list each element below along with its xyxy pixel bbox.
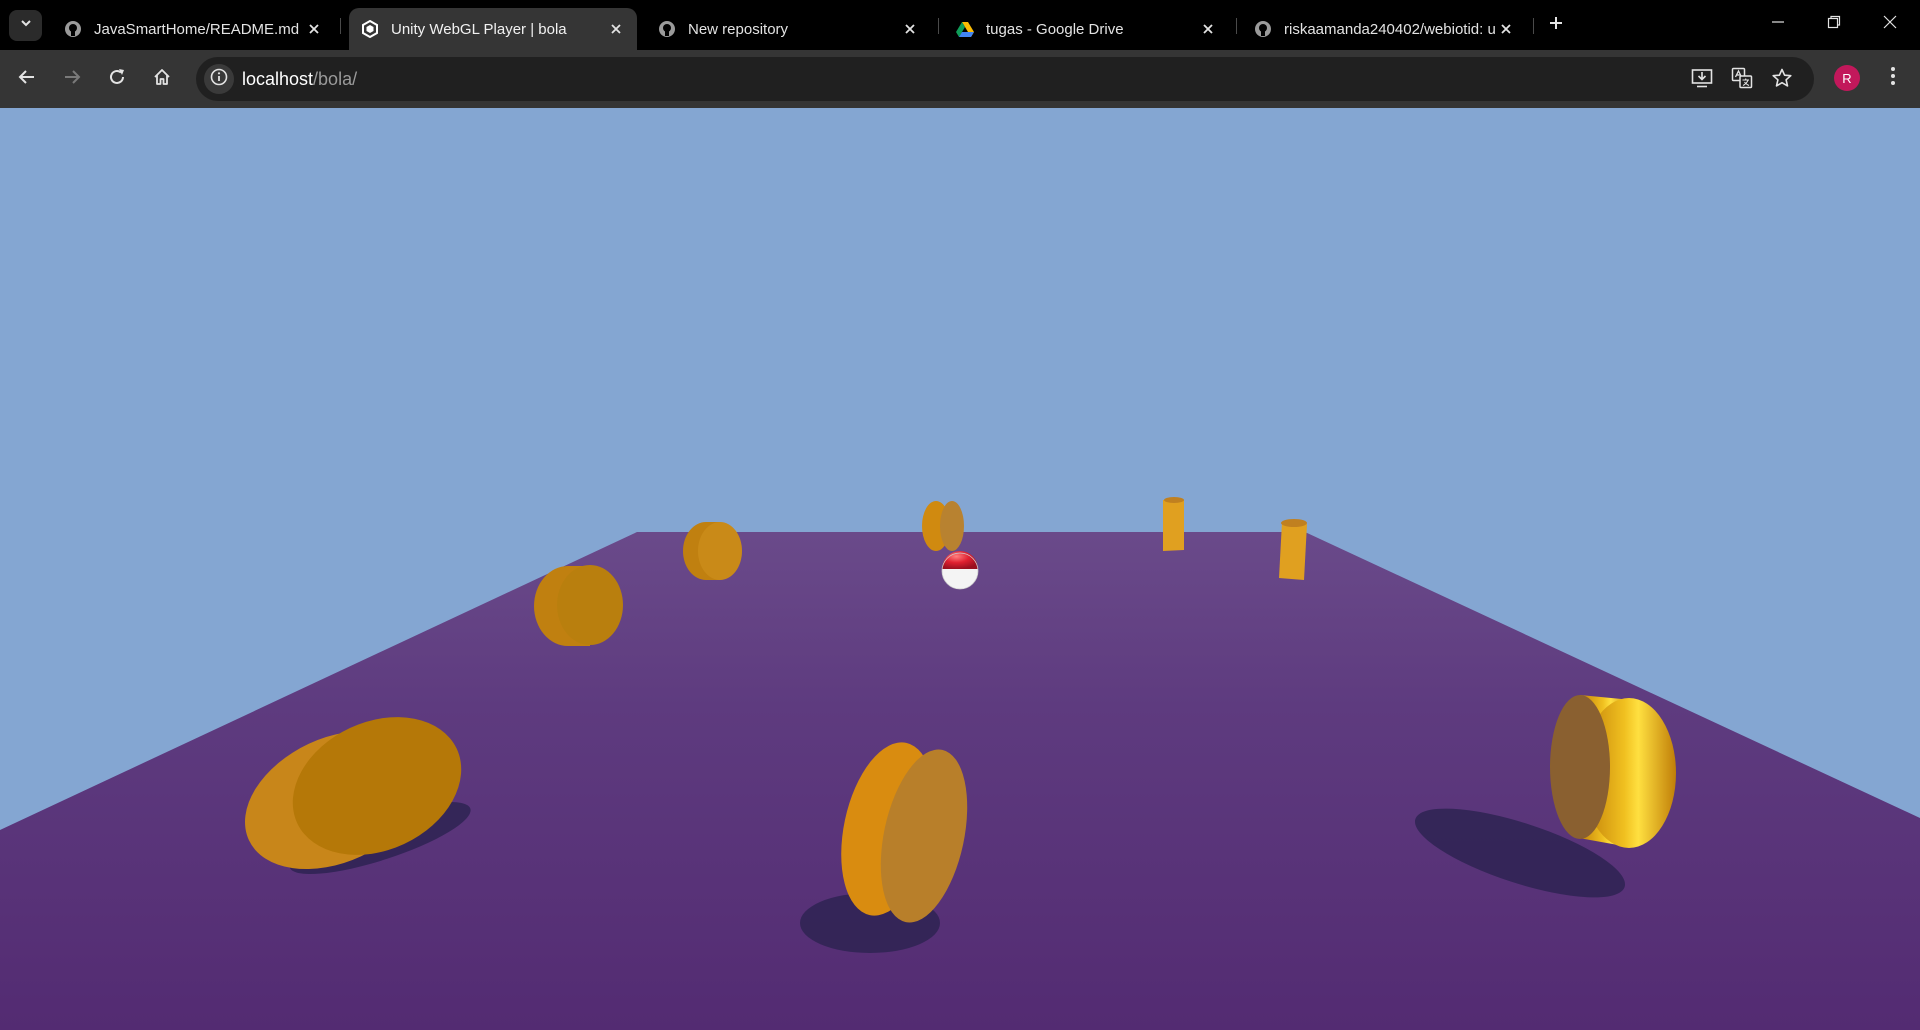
close-window-button[interactable] bbox=[1862, 0, 1918, 48]
chevron-down-icon bbox=[19, 16, 33, 35]
close-icon[interactable] bbox=[605, 18, 627, 40]
browser-toolbar: localhost/bola/ R bbox=[0, 50, 1920, 108]
install-app-button[interactable] bbox=[1688, 66, 1716, 94]
more-vertical-icon bbox=[1890, 66, 1896, 91]
tab-separator bbox=[938, 18, 939, 34]
address-bar[interactable]: localhost/bola/ bbox=[196, 57, 1814, 101]
bookmark-button[interactable] bbox=[1768, 66, 1796, 94]
forward-button[interactable] bbox=[55, 62, 89, 96]
obstacle-cylinder bbox=[1550, 695, 1676, 848]
obstacle-cylinder bbox=[1279, 519, 1307, 580]
tab-separator bbox=[1236, 18, 1237, 34]
close-icon[interactable] bbox=[899, 18, 921, 40]
restore-button[interactable] bbox=[1806, 0, 1862, 48]
unity-icon bbox=[361, 20, 379, 38]
arrow-left-icon bbox=[18, 68, 36, 91]
url-host: localhost bbox=[242, 69, 314, 89]
restore-icon bbox=[1827, 15, 1841, 34]
close-icon[interactable] bbox=[303, 18, 325, 40]
browser-menu-button[interactable] bbox=[1880, 63, 1906, 93]
site-info-button[interactable] bbox=[204, 64, 234, 94]
close-icon bbox=[1883, 15, 1897, 34]
obstacle-cylinder bbox=[922, 501, 964, 551]
url-text[interactable]: localhost/bola/ bbox=[242, 69, 357, 90]
info-icon bbox=[210, 68, 228, 91]
star-icon bbox=[1772, 68, 1792, 93]
unity-webgl-canvas[interactable] bbox=[0, 108, 1920, 1030]
new-tab-button[interactable] bbox=[1543, 12, 1569, 38]
tab-webiotid[interactable]: riskaamanda240402/webiotid: u bbox=[1242, 8, 1527, 50]
arrow-right-icon bbox=[63, 68, 81, 91]
tab-title: riskaamanda240402/webiotid: u bbox=[1284, 20, 1495, 38]
minimize-button[interactable] bbox=[1750, 0, 1806, 48]
translate-button[interactable] bbox=[1728, 66, 1756, 94]
tab-title: JavaSmartHome/README.md a bbox=[94, 20, 303, 38]
obstacle-cylinder bbox=[683, 522, 742, 580]
home-button[interactable] bbox=[145, 62, 179, 96]
tab-new-repository[interactable]: New repository bbox=[646, 8, 931, 50]
minimize-icon bbox=[1771, 15, 1785, 34]
profile-avatar[interactable]: R bbox=[1834, 65, 1860, 91]
tab-title: tugas - Google Drive bbox=[986, 20, 1124, 38]
home-icon bbox=[153, 68, 171, 91]
tab-separator bbox=[340, 18, 341, 34]
tab-search-button[interactable] bbox=[9, 10, 42, 41]
close-icon[interactable] bbox=[1495, 18, 1517, 40]
close-icon[interactable] bbox=[1197, 18, 1219, 40]
tab-strip: JavaSmartHome/README.md a Unity WebGL Pl… bbox=[0, 0, 1920, 50]
tab-javasmarthome[interactable]: JavaSmartHome/README.md a bbox=[52, 8, 335, 50]
url-path: /bola/ bbox=[313, 69, 358, 89]
tab-google-drive[interactable]: tugas - Google Drive bbox=[944, 8, 1229, 50]
reload-icon bbox=[108, 68, 126, 91]
install-icon bbox=[1691, 68, 1713, 93]
tab-unity-webgl-player[interactable]: Unity WebGL Player | bola bbox=[349, 8, 637, 50]
plus-icon bbox=[1548, 15, 1564, 36]
tab-title: Unity WebGL Player | bola bbox=[391, 20, 567, 38]
translate-icon bbox=[1731, 67, 1753, 94]
github-icon bbox=[64, 20, 82, 38]
reload-button[interactable] bbox=[100, 62, 134, 96]
google-drive-icon bbox=[956, 20, 974, 38]
tab-title: New repository bbox=[688, 20, 789, 38]
obstacle-cylinder bbox=[534, 565, 623, 646]
github-icon bbox=[1254, 20, 1272, 38]
back-button[interactable] bbox=[10, 62, 44, 96]
obstacle-cylinder bbox=[1163, 497, 1184, 551]
tab-separator bbox=[1533, 18, 1534, 34]
player-ball bbox=[941, 551, 979, 590]
github-icon bbox=[658, 20, 676, 38]
